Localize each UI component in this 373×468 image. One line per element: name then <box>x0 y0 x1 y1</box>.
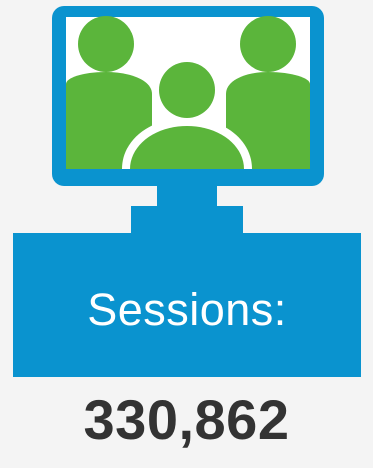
sessions-label-panel: Sessions: <box>13 233 361 377</box>
monitor-neck <box>157 186 217 208</box>
monitor-people-icon <box>52 6 324 236</box>
sessions-card: Sessions: 330,862 <box>0 0 373 468</box>
monitor-base <box>131 206 243 236</box>
sessions-label: Sessions: <box>87 283 287 335</box>
sessions-count: 330,862 <box>83 388 290 451</box>
